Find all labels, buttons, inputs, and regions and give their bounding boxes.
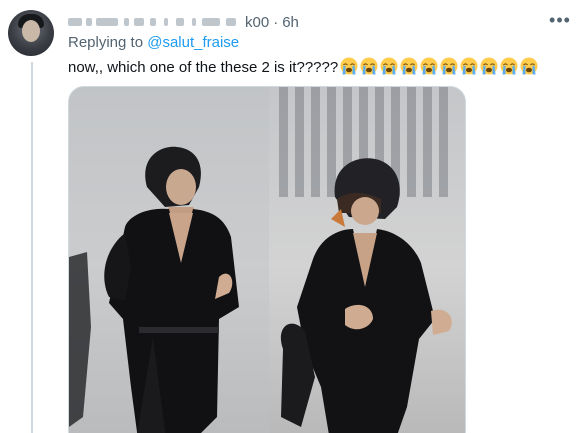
avatar[interactable] xyxy=(8,10,54,56)
replying-to: Replying to @salut_fraise xyxy=(68,34,239,51)
loudly-crying-face-icon xyxy=(380,57,398,75)
tweet-photo[interactable] xyxy=(68,86,466,433)
timestamp[interactable]: 6h xyxy=(282,14,299,31)
loudly-crying-face-icon xyxy=(500,57,518,75)
loudly-crying-face-icon xyxy=(360,57,378,75)
replying-to-label: Replying to xyxy=(68,34,144,51)
loudly-crying-face-icon xyxy=(440,57,458,75)
loudly-crying-face-icon xyxy=(340,57,358,75)
avatar-face xyxy=(22,20,40,42)
loudly-crying-face-icon xyxy=(400,57,418,75)
redacted-display-name[interactable] xyxy=(68,15,244,29)
mention-link[interactable]: @salut_fraise xyxy=(147,34,239,51)
loudly-crying-face-icon xyxy=(460,57,478,75)
tweet-text-body: now,, which one of the these 2 is it????… xyxy=(68,59,339,76)
tweet-header: k00 · 6h xyxy=(68,12,299,32)
tweet-text: now,, which one of the these 2 is it????… xyxy=(68,57,538,76)
thread-connector-line xyxy=(31,62,33,433)
reply-tweet[interactable]: k00 · 6h ••• Replying to @salut_fraise n… xyxy=(0,0,588,433)
loudly-crying-face-icon xyxy=(480,57,498,75)
stage-photo xyxy=(69,87,465,433)
loudly-crying-face-icon xyxy=(520,57,538,75)
loudly-crying-face-icon xyxy=(420,57,438,75)
emoji-row xyxy=(338,57,538,76)
separator-dot: · xyxy=(273,13,279,31)
more-options-button[interactable]: ••• xyxy=(548,8,572,32)
handle-suffix[interactable]: k00 xyxy=(245,14,269,31)
